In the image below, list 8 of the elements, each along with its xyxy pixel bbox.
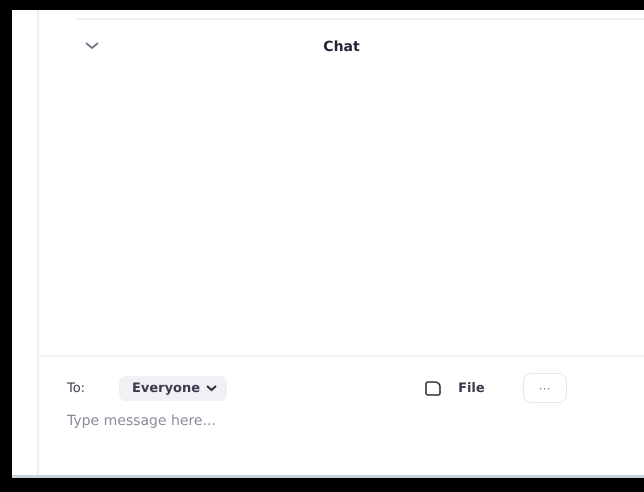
recipient-dropdown[interactable]: Everyone xyxy=(119,376,228,400)
to-label: To: xyxy=(67,380,86,396)
caret-down-icon xyxy=(206,384,218,392)
panel-title: Chat xyxy=(323,39,360,55)
more-button[interactable]: ··· xyxy=(522,373,567,403)
file-button[interactable]: File xyxy=(425,380,485,396)
chevron-down-icon[interactable] xyxy=(85,42,99,50)
file-icon xyxy=(425,380,442,396)
